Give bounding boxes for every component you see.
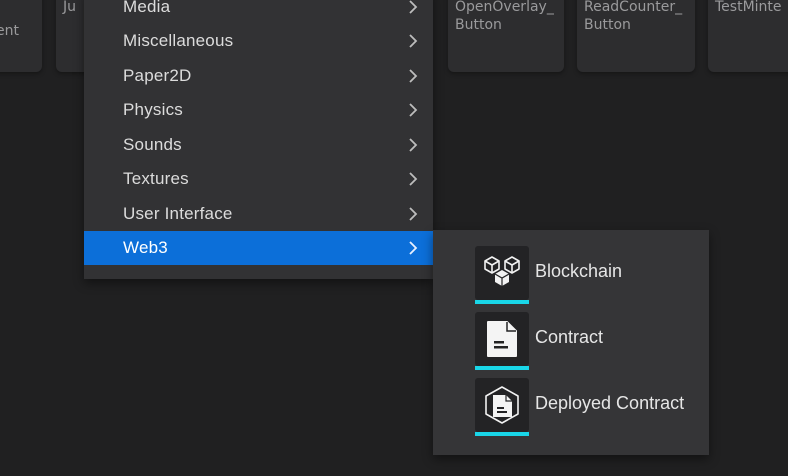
- submenu-item-deployed-contract[interactable]: Deployed Contract: [433, 378, 709, 440]
- menu-item-label: Physics: [123, 100, 183, 119]
- asset-tile-label: Ju: [63, 0, 77, 15]
- asset-tile-open-overlay[interactable]: OpenOverlay_ Button: [448, 0, 564, 72]
- submenu-item-blockchain[interactable]: Blockchain: [433, 246, 709, 308]
- blockchain-cubes-icon: [484, 256, 520, 286]
- chevron-right-icon: [409, 138, 418, 152]
- asset-tile-label: ent: [0, 23, 19, 39]
- menu-item-label: Textures: [123, 169, 189, 188]
- submenu-item-label: Deployed Contract: [535, 393, 685, 413]
- menu-item-media[interactable]: Media: [84, 0, 433, 24]
- deployed-contract-icon: [485, 386, 519, 424]
- asset-tile-test-minter[interactable]: TestMinte: [708, 0, 788, 72]
- asset-tile-label: TestMinte: [715, 0, 782, 15]
- menu-item-label: Sounds: [123, 135, 182, 154]
- asset-type-color-bar: [475, 432, 529, 436]
- asset-tile-label: ReadCounter_ Button: [584, 0, 683, 33]
- document-icon: [487, 321, 517, 357]
- menu-item-label: Miscellaneous: [123, 31, 234, 50]
- menu-item-label: Paper2D: [123, 66, 192, 85]
- asset-thumbnail: [475, 246, 529, 300]
- asset-thumbnail: [475, 378, 529, 432]
- menu-item-label: Media: [123, 0, 171, 16]
- submenu-item-label: Blockchain: [535, 261, 623, 281]
- chevron-right-icon: [409, 103, 418, 117]
- asset-tile-label: OpenOverlay_ Button: [455, 0, 554, 33]
- menu-item-paper2d[interactable]: Paper2D: [84, 59, 433, 93]
- menu-item-textures[interactable]: Textures: [84, 162, 433, 196]
- menu-item-physics[interactable]: Physics: [84, 93, 433, 127]
- menu-item-label: Web3: [123, 238, 168, 257]
- menu-item-label: User Interface: [123, 204, 233, 223]
- chevron-right-icon: [409, 172, 418, 186]
- menu-item-web3[interactable]: Web3: [84, 231, 433, 265]
- submenu-item-label: Contract: [535, 327, 604, 347]
- menu-item-sounds[interactable]: Sounds: [84, 128, 433, 162]
- chevron-right-icon: [409, 241, 418, 255]
- asset-thumbnail: [475, 312, 529, 366]
- asset-type-color-bar: [475, 300, 529, 304]
- asset-tile-partial-left[interactable]: ent: [0, 0, 42, 72]
- chevron-right-icon: [409, 0, 418, 14]
- submenu-item-contract[interactable]: Contract: [433, 312, 709, 374]
- chevron-right-icon: [409, 34, 418, 48]
- asset-category-menu: Media Miscellaneous Paper2D Physics Soun…: [84, 0, 433, 279]
- chevron-right-icon: [409, 207, 418, 221]
- asset-type-color-bar: [475, 366, 529, 370]
- web3-submenu: Blockchain Contract Deployed Contract: [433, 230, 709, 455]
- menu-item-user-interface[interactable]: User Interface: [84, 197, 433, 231]
- chevron-right-icon: [409, 69, 418, 83]
- asset-tile-read-counter[interactable]: ReadCounter_ Button: [577, 0, 695, 72]
- menu-item-miscellaneous[interactable]: Miscellaneous: [84, 24, 433, 58]
